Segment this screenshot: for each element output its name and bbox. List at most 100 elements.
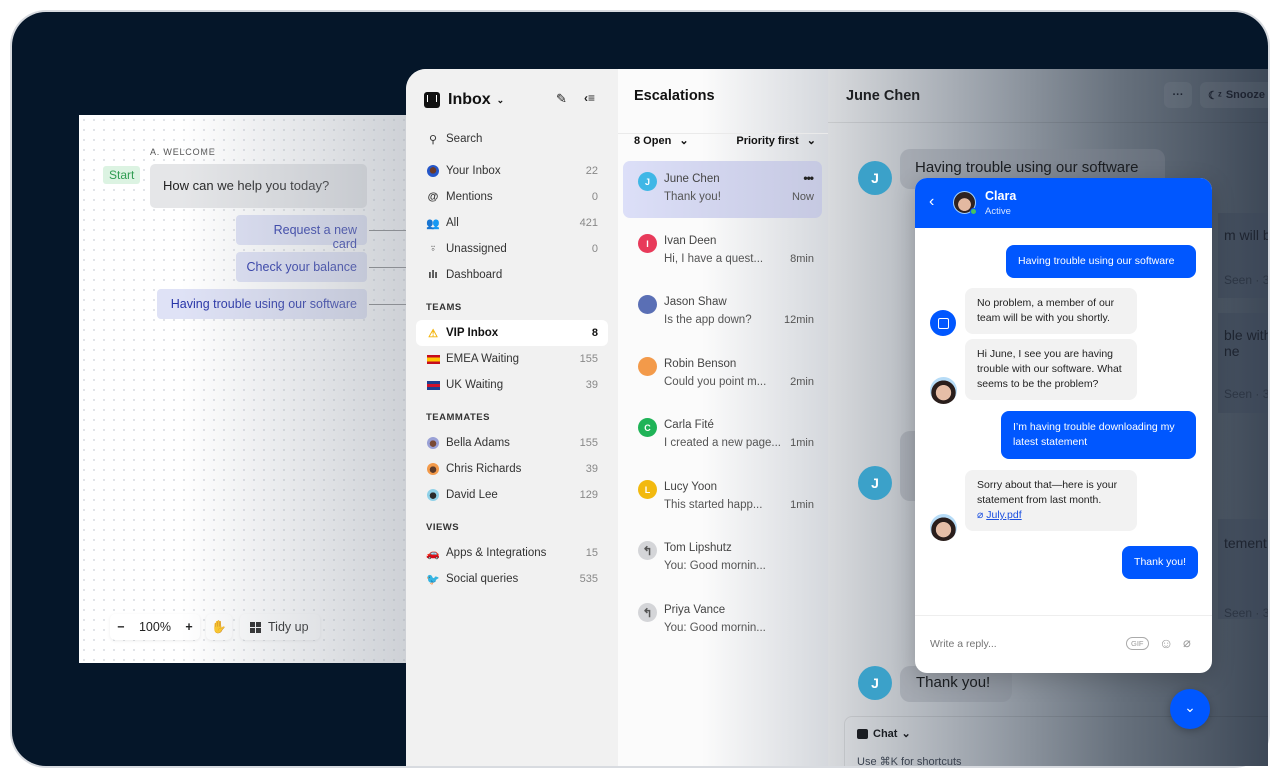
sidebar-item-vip-inbox[interactable]: ⚠ VIP Inbox 8 [416, 320, 608, 346]
conversation-list: Escalations 8 Open ⌄ Priority first ⌄ JJ… [618, 69, 828, 766]
reply-composer[interactable]: Chat ⌄ Use ⌘K for shortcuts [844, 716, 1268, 766]
unassigned-icon: ⍤ [429, 242, 437, 255]
composer-mode-dropdown[interactable]: Chat ⌄ [857, 727, 911, 740]
customer-avatar: J [858, 161, 892, 195]
snippet-line: ble with [1224, 327, 1268, 343]
active-status-dot [970, 208, 977, 215]
conversation-title: June Chen [846, 88, 921, 104]
gif-button[interactable]: GIF [1126, 637, 1149, 650]
sidebar-item-bella-adams[interactable]: Bella Adams 155 [416, 430, 608, 456]
conversation-item[interactable]: Jason Shaw Is the app down? 12min [623, 284, 822, 341]
customer-name: Robin Benson [664, 358, 737, 370]
zoom-level: 100% [138, 620, 171, 634]
user-message: Thank you! [1122, 546, 1198, 579]
sidebar-item-apps-integrations[interactable]: 🚗 Apps & Integrations 15 [416, 540, 608, 566]
conversation-item[interactable]: L Lucy Yoon This started happ... 1min [623, 469, 822, 526]
message-time: 1min [790, 499, 814, 511]
sidebar-item-label: Chris Richards [446, 463, 522, 475]
sidebar-item-count: 15 [585, 547, 598, 559]
sidebar-item-unassigned[interactable]: ⍤ Unassigned 0 [416, 236, 608, 262]
compose-icon[interactable]: ✎ [556, 91, 567, 107]
customer-name: Jason Shaw [664, 296, 727, 308]
seen-status: Seen · 3m [1224, 387, 1268, 401]
inbox-switcher[interactable]: Inbox ⌄ [424, 91, 504, 109]
attachment-name[interactable]: July.pdf [986, 509, 1021, 521]
avatar-icon [426, 436, 440, 450]
teammates-heading: TEAMMATES [426, 412, 490, 423]
sidebar-item-count: 8 [591, 327, 598, 339]
scroll-to-bottom-button[interactable]: ⌄ [1170, 689, 1210, 729]
sidebar-item-all[interactable]: 👥 All 421 [416, 210, 608, 236]
pan-button[interactable]: ✋ [206, 614, 232, 640]
message-preview: You: Good mornin... [664, 622, 766, 634]
sidebar-item-label: Dashboard [446, 269, 503, 281]
open-filter-dropdown[interactable]: 8 Open ⌄ [634, 134, 689, 147]
tidy-up-label: Tidy up [268, 620, 309, 634]
workflow-section-label: A. WELCOME [150, 147, 216, 157]
customer-name: Lucy Yoon [664, 481, 718, 493]
sidebar-item-dashboard[interactable]: ılı Dashboard [416, 262, 608, 288]
customer-avatar: J [858, 466, 892, 500]
option-check-balance[interactable]: Check your balance [236, 252, 367, 282]
views-heading: VIEWS [426, 522, 460, 533]
agent-message-text: Sorry about that—here is your statement … [977, 479, 1118, 506]
conversation-item[interactable]: ↰ Priya Vance You: Good mornin... [623, 592, 822, 649]
conversation-item[interactable]: C Carla Fité I created a new page... 1min [623, 407, 822, 464]
sidebar-item-chris-richards[interactable]: Chris Richards 39 [416, 456, 608, 482]
conversation-item[interactable]: Robin Benson Could you point m... 2min [623, 346, 822, 403]
conversation-item[interactable]: ↰ Tom Lipshutz You: Good mornin... [623, 530, 822, 587]
collapse-sidebar-icon[interactable]: ‹≡ [584, 91, 595, 105]
chevron-down-icon: ⌄ [901, 728, 911, 740]
message-time: Now [791, 191, 814, 203]
at-icon: @ [427, 191, 439, 203]
workflow-question-node[interactable]: How can we help you today? [150, 164, 367, 208]
sidebar-item-label: EMEA Waiting [446, 353, 520, 365]
sidebar-item-emea-waiting[interactable]: EMEA Waiting 155 [416, 346, 608, 372]
list-title: Escalations [634, 88, 715, 104]
user-message: Having trouble using our software [1006, 245, 1196, 278]
snooze-moon-icon: ☾ᶻ [1208, 89, 1222, 102]
sidebar-item-david-lee[interactable]: David Lee 129 [416, 482, 608, 508]
sidebar-item-your-inbox[interactable]: Your Inbox 22 [416, 158, 608, 184]
attachment-icon[interactable]: ⌀ [1183, 635, 1191, 651]
bar-chart-icon: ılı [428, 269, 438, 281]
agent-status: Active [985, 206, 1011, 217]
more-options-icon[interactable]: ••• [803, 171, 814, 185]
chat-icon [857, 728, 868, 739]
reply-input[interactable] [930, 638, 1110, 650]
messenger-composer: GIF ☺ ⌀ [915, 615, 1212, 673]
more-options-button[interactable]: ··· [1164, 82, 1192, 108]
agent-avatar [930, 377, 957, 404]
composer-hint: Use ⌘K for shortcuts [857, 756, 962, 766]
conversation-item[interactable]: I Ivan Deen Hi, I have a quest... 8min [623, 223, 822, 280]
sort-dropdown[interactable]: Priority first ⌄ [736, 134, 816, 147]
sidebar-item-mentions[interactable]: @ Mentions 0 [416, 184, 608, 210]
tidy-up-button[interactable]: Tidy up [240, 614, 320, 640]
sidebar-item-count: 0 [591, 243, 598, 255]
option-request-new-card[interactable]: Request a new card [236, 215, 367, 251]
customer-avatar: L [638, 480, 657, 499]
message-preview: This started happ... [664, 499, 763, 511]
search-button[interactable]: ⚲ Search [416, 126, 608, 152]
customer-avatar: C [638, 418, 657, 437]
zoom-controls: − 100% + [110, 614, 200, 640]
spain-flag-icon [426, 352, 440, 366]
zoom-in-button[interactable]: + [185, 620, 192, 634]
emoji-icon[interactable]: ☺ [1159, 635, 1173, 651]
zoom-out-button[interactable]: − [117, 620, 124, 634]
customer-avatar: I [638, 234, 657, 253]
sidebar-item-label: Social queries [446, 573, 519, 585]
sidebar-item-label: David Lee [446, 489, 498, 501]
sidebar-item-social-queries[interactable]: 🐦 Social queries 535 [416, 566, 608, 592]
sidebar-item-label: Your Inbox [446, 165, 501, 177]
attachment-link[interactable]: ⌀ July.pdf [977, 508, 1125, 523]
user-message: I’m having trouble downloading my latest… [1001, 411, 1196, 459]
workflow-canvas[interactable]: A. WELCOME Start How can we help you tod… [79, 115, 419, 663]
conversation-item[interactable]: J June Chen Thank you! Now ••• [623, 161, 822, 218]
sidebar-item-uk-waiting[interactable]: UK Waiting 39 [416, 372, 608, 398]
back-arrow-icon[interactable]: ‹ [929, 193, 934, 211]
customer-avatar [638, 295, 657, 314]
option-trouble-software[interactable]: Having trouble using our software [157, 289, 367, 319]
search-icon: ⚲ [428, 133, 438, 146]
snooze-button[interactable]: ☾ᶻ Snooze [1200, 82, 1268, 108]
